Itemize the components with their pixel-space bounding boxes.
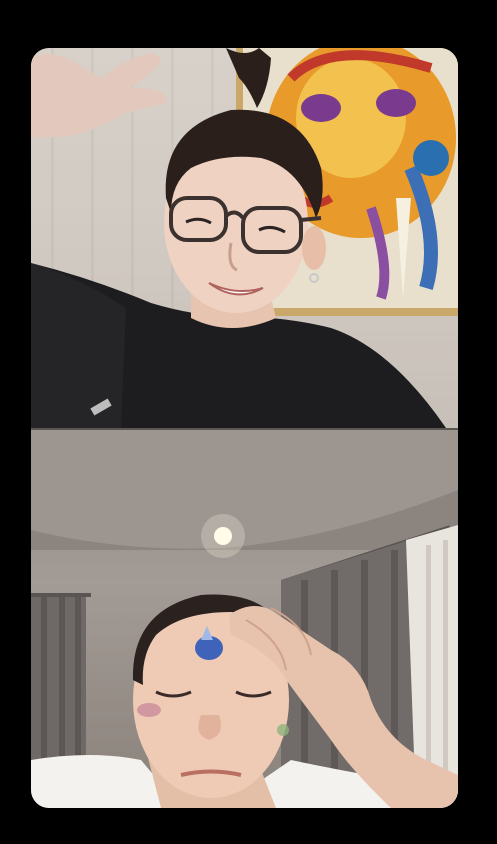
video-call-frame — [31, 48, 458, 808]
cheek-sticker-right — [277, 724, 289, 736]
participant-video-top[interactable] — [31, 48, 458, 428]
participant-bottom-scene — [31, 430, 458, 808]
participant-video-bottom[interactable] — [31, 430, 458, 808]
cheek-sticker-left — [137, 703, 161, 717]
participant-top-scene — [31, 48, 458, 428]
live-call-screen — [0, 0, 497, 844]
